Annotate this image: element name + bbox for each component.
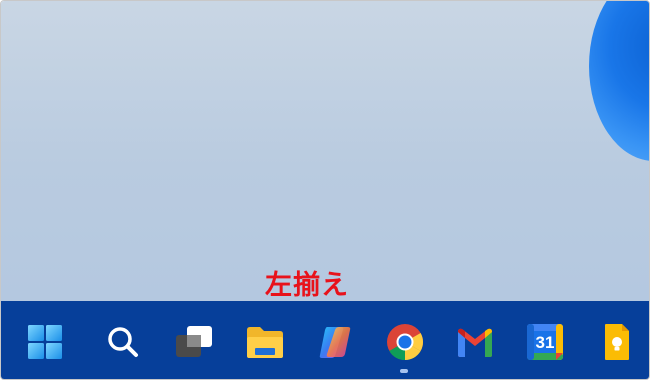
file-explorer-button[interactable] [244, 321, 286, 363]
active-app-indicator [400, 369, 408, 373]
calendar-icon: 31 [525, 322, 565, 362]
search-button[interactable] [102, 321, 144, 363]
folder-icon [247, 327, 283, 358]
calendar-date: 31 [535, 333, 555, 352]
copilot-button[interactable] [314, 321, 356, 363]
task-view-button[interactable] [173, 321, 215, 363]
google-keep-button[interactable] [596, 321, 638, 363]
taskbar: 31 [1, 301, 649, 379]
search-icon [108, 327, 138, 357]
chrome-button[interactable] [384, 321, 426, 363]
windows-start-icon [28, 325, 62, 359]
screenshot-frame: 左揃え 31 [0, 0, 650, 380]
start-button[interactable] [24, 321, 66, 363]
desktop-wallpaper [1, 1, 649, 301]
keep-icon [605, 324, 629, 360]
google-calendar-button[interactable]: 31 [524, 321, 566, 363]
copilot-icon [319, 327, 351, 358]
task-view-icon [176, 326, 212, 357]
gmail-button[interactable] [454, 321, 496, 363]
gmail-icon [458, 328, 492, 357]
alignment-annotation: 左揃え [265, 270, 349, 301]
chrome-icon [387, 324, 424, 361]
wallpaper-bloom [589, 1, 649, 161]
